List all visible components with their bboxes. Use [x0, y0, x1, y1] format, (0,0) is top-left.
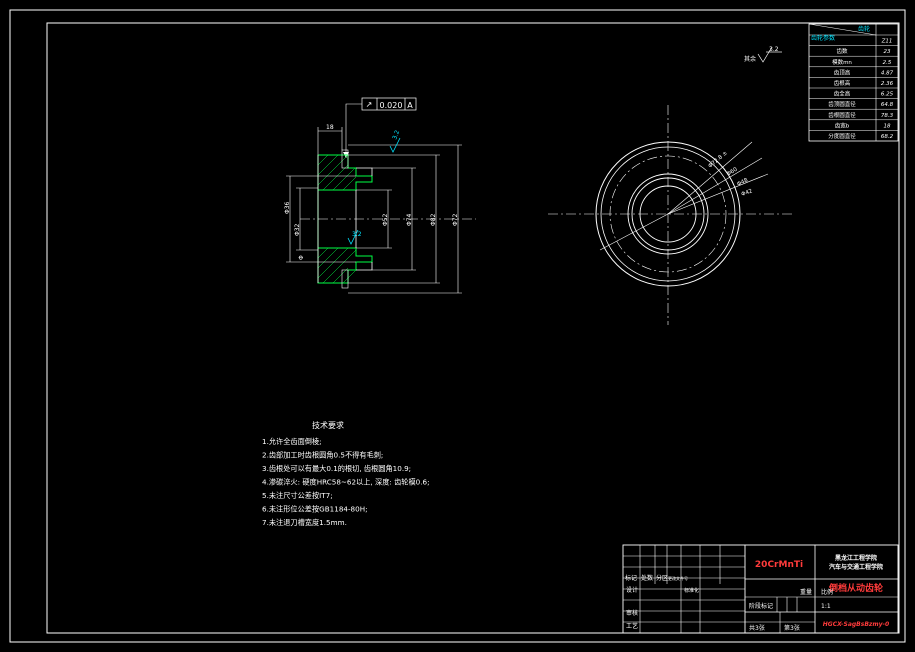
datum-letter: A — [407, 101, 413, 110]
process-label: 工艺 — [626, 622, 638, 630]
tech-req-title: 技术要求 — [312, 420, 344, 430]
roughness-symbol-top: 3.2 — [389, 129, 401, 153]
param-value: 2.36 — [881, 81, 894, 87]
dim-mid: Φ74 — [406, 213, 413, 226]
tolerance-value: 0.020 — [380, 101, 403, 110]
tech-req-item: 7.未注退刀槽宽度1.5mm. — [262, 518, 347, 527]
standard-label: 标准化 — [684, 587, 699, 594]
param-label: 齿宽b — [835, 121, 850, 129]
scale-label: 比例 — [821, 588, 833, 596]
param-label: 齿全高 — [834, 90, 851, 98]
tech-req-item: 5.未注尺寸公差按IT7; — [262, 491, 333, 500]
param-value: 68.2 — [881, 134, 894, 140]
rough-mid-value: 3.2 — [352, 231, 362, 238]
phi-mark: Φ — [298, 255, 305, 260]
dim-left2: Φ36 — [284, 201, 291, 214]
param-label: 齿顶圆直径 — [828, 100, 856, 108]
outer-border — [9, 9, 906, 643]
front-callout: Φ42 — [741, 188, 754, 198]
roughness-label: 其余 — [744, 55, 756, 63]
tech-req-item: 4.渗碳淬火: 硬度HRC58~62以上, 深度: 齿轮模0.6; — [262, 478, 430, 487]
tb-row-zone: 分区 — [656, 574, 668, 582]
tb-row-count: 处数 — [641, 574, 653, 582]
dim-left: Φ32 — [294, 223, 301, 236]
param-value: 23 — [884, 49, 891, 55]
param-label: 模数mn — [832, 58, 852, 66]
roughness-symbol-mid: 3.2 — [347, 229, 362, 245]
param-label: 齿数 — [836, 47, 848, 55]
roughness-value: 3.2 — [769, 46, 779, 53]
tb-row-change: 更改文件号 — [668, 575, 688, 581]
front-callout: Φ48 — [736, 177, 749, 188]
param-header-left: 齿轮参数 — [811, 34, 835, 42]
param-label: 齿顶高 — [834, 68, 851, 76]
param-header-right: 齿轮 — [858, 25, 870, 33]
weight-label: 重量 — [800, 588, 812, 596]
param-value: 18 — [884, 123, 891, 129]
dim-max: Φ72 — [452, 213, 459, 226]
param-value: Z11 — [881, 39, 893, 45]
tolerance-frame: ↗ 0.020 A — [343, 97, 417, 158]
tech-req-item: 1.允许全齿面倒棱; — [262, 437, 322, 446]
reviewer-label: 审核 — [626, 609, 638, 617]
drawing-code: HGCX-SagBsBzmy-0 — [823, 621, 889, 628]
runout-icon: ↗ — [366, 100, 373, 109]
designer-label: 设计 — [626, 586, 638, 594]
tech-req-item: 2.齿部加工时齿根圆角0.5不得有毛刺; — [262, 451, 383, 460]
param-label: 分度圆直径 — [828, 132, 856, 140]
param-value: 64.8 — [881, 102, 894, 108]
stage-label: 阶段标记 — [749, 602, 773, 610]
sheets-total: 共3张 — [749, 624, 765, 632]
tech-req-item: 6.未注形位公差按GB1184-80H; — [262, 505, 368, 514]
dim-outer: Φ82 — [430, 213, 437, 226]
front-callout: Φ72.8 ± — [707, 150, 729, 170]
dim-inner: Φ52 — [382, 213, 389, 226]
school-line2: 汽车与交通工程学院 — [829, 563, 883, 571]
param-value: 78.3 — [881, 113, 894, 119]
dim-top: 18 — [326, 124, 334, 131]
param-label: 齿根圆直径 — [828, 111, 856, 119]
param-label: 齿根高 — [834, 79, 851, 87]
tb-row-mark: 标记 — [625, 574, 637, 582]
front-view: Φ72.8 ±Φ60Φ48Φ42 — [548, 105, 792, 325]
param-value: 6.25 — [881, 92, 894, 98]
sheet-no: 第3张 — [784, 624, 800, 632]
scale-value: 1:1 — [821, 603, 831, 610]
param-value: 4.87 — [881, 70, 894, 76]
title-block: 20CrMnTi 黑龙江工程学院 汽车与交通工程学院 倒档从动齿轮 HGCX-S… — [622, 544, 899, 634]
technical-requirements: 技术要求 1.允许全齿面倒棱; 2.齿部加工时齿根圆角0.5不得有毛刺; 3.齿根处… — [262, 420, 430, 527]
param-value: 2.5 — [883, 60, 892, 66]
front-callout: Φ60 — [726, 166, 739, 177]
surface-roughness-note: 其余 3.2 — [744, 46, 782, 63]
drawing-name: 倒档从动齿轮 — [828, 582, 883, 594]
cad-drawing-canvas: 齿轮 齿轮参数 Z11 齿数 23 模数mn 2.5 齿顶高 4.87 齿根高 2.36 齿全高 6… — [9, 9, 906, 643]
material: 20CrMnTi — [755, 560, 803, 570]
section-view: ↗ 0.020 A 18 Φ32 Φ36 Φ52 Φ74 Φ82 Φ72 Φ 3… — [284, 97, 476, 294]
gear-parameter-table: 齿轮 齿轮参数 Z11 齿数 23 模数mn 2.5 齿顶高 4.87 齿根高 2.36 齿全高 6… — [808, 23, 899, 142]
inner-border — [46, 22, 900, 634]
tech-req-item: 3.齿根处可以有最大0.1的根切, 齿根圆角10.9; — [262, 464, 411, 473]
school-line1: 黑龙江工程学院 — [835, 554, 877, 562]
